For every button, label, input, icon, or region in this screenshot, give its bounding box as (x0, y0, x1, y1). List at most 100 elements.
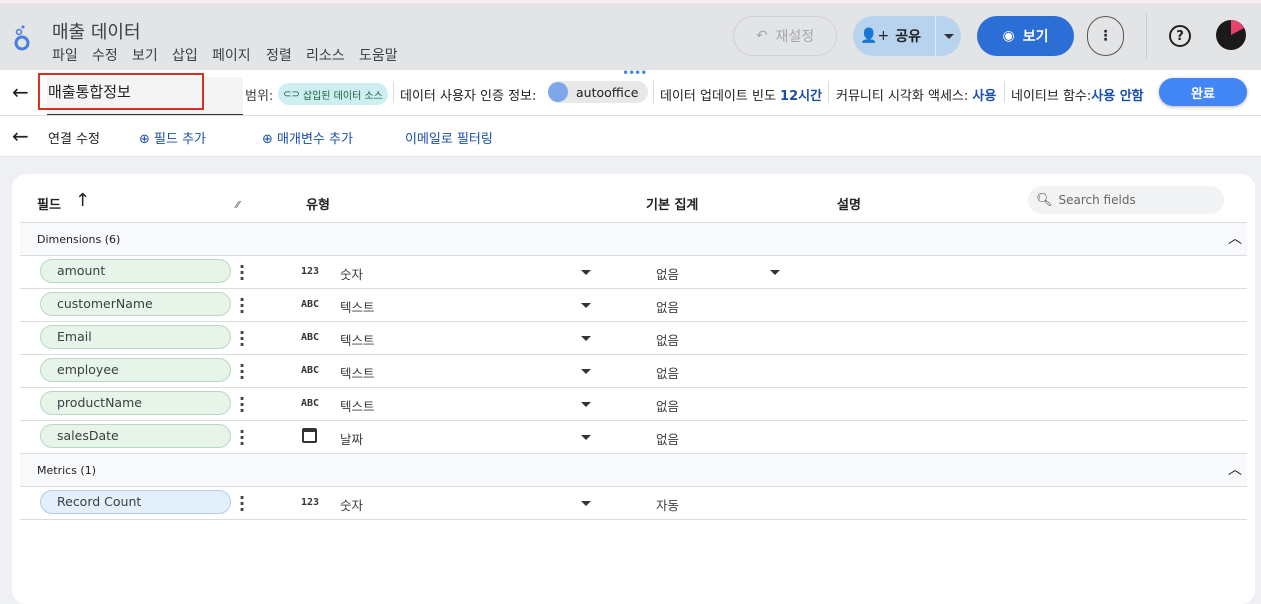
scope-badge[interactable]: ⊂⊃ 삽입된 데이터 소스 (278, 83, 388, 105)
field-type: 텍스트 (340, 366, 375, 381)
field-chip[interactable]: salesDate (40, 424, 231, 448)
field-chip[interactable]: customerName (40, 292, 231, 316)
type-dropdown-icon[interactable] (581, 336, 591, 341)
divider (1146, 14, 1147, 58)
view-button[interactable]: ◉ 보기 (977, 16, 1074, 56)
more-vert-icon[interactable]: · · · (239, 292, 245, 320)
more-vert-icon[interactable]: · · · (239, 391, 245, 419)
menu-edit[interactable]: 수정 (92, 45, 118, 65)
back-arrow-icon[interactable]: ← (12, 80, 29, 104)
divider (20, 321, 1247, 322)
credentials-label: 데이터 사용자 인증 정보: (400, 89, 537, 104)
field-chip[interactable]: Record Count (40, 490, 231, 514)
add-circle-icon: ⊕ (139, 132, 150, 147)
field-aggregation: 없음 (656, 267, 680, 282)
done-button[interactable]: 완료 (1159, 78, 1247, 106)
menu-page[interactable]: 페이지 (212, 45, 251, 65)
field-type: 숫자 (340, 498, 364, 513)
type-dropdown-icon[interactable] (581, 303, 591, 308)
more-vert-icon[interactable]: · · · (239, 259, 245, 287)
report-title[interactable]: 매출 데이터 (52, 18, 141, 44)
divider (653, 81, 654, 103)
sort-ascending-icon[interactable]: ↑ (75, 190, 90, 211)
divider (20, 486, 1247, 487)
divider (20, 519, 1247, 520)
field-aggregation: 없음 (656, 366, 680, 381)
number-type-icon: 123 (301, 497, 320, 508)
share-button[interactable]: 👤+ 공유 (853, 16, 961, 56)
menu-resources[interactable]: 리소스 (306, 45, 345, 65)
more-options-button[interactable]: ⋮ (1087, 16, 1124, 56)
search-icon: 🔍︎ (1036, 192, 1053, 208)
collapse-icon[interactable]: ︿ (1228, 459, 1242, 479)
field-aggregation: 없음 (656, 399, 680, 414)
edit-connection-button[interactable]: 연결 수정 (48, 128, 100, 147)
more-vert-icon[interactable]: · · · (239, 424, 245, 452)
more-vert-icon[interactable]: · · · (239, 325, 245, 353)
type-dropdown-icon[interactable] (581, 501, 591, 506)
divider (20, 354, 1247, 355)
collapse-icon[interactable]: ︿ (1228, 228, 1242, 248)
add-person-icon: 👤+ (860, 28, 890, 44)
type-column-header: 유형 (306, 198, 330, 213)
text-type-icon: ABC (301, 332, 320, 343)
share-dropdown-icon[interactable] (943, 33, 954, 39)
add-parameter-button[interactable]: ⊕ 매개변수 추가 (262, 128, 353, 147)
account-avatar[interactable] (1215, 19, 1247, 51)
user-avatar-icon (548, 82, 568, 102)
divider (20, 255, 1247, 256)
aggregation-column-header: 기본 집계 (646, 198, 699, 213)
filter-by-email-button[interactable]: 이메일로 필터링 (405, 128, 493, 147)
calendar-icon (302, 428, 317, 443)
credentials-chip[interactable]: autooffice (548, 81, 648, 103)
search-fields-input[interactable]: 🔍︎ Search fields (1028, 186, 1224, 214)
aggregation-dropdown-icon[interactable] (770, 270, 780, 275)
freshness-setting[interactable]: 데이터 업데이트 빈도 12시간 (660, 85, 822, 104)
menu-help[interactable]: 도움말 (359, 45, 398, 65)
field-chip[interactable]: Email (40, 325, 231, 349)
type-dropdown-icon[interactable] (581, 402, 591, 407)
divider (1004, 81, 1005, 103)
looker-studio-logo-icon (14, 25, 30, 51)
menu-insert[interactable]: 삽입 (172, 45, 198, 65)
resize-handle-icon[interactable]: ⁄⁄ (236, 200, 239, 211)
field-chip[interactable]: productName (40, 391, 231, 415)
field-chip[interactable]: amount (40, 259, 231, 283)
dimensions-label: Dimensions (6) (37, 233, 121, 246)
type-dropdown-icon[interactable] (581, 270, 591, 275)
field-aggregation: 자동 (656, 498, 680, 513)
native-functions-setting[interactable]: 네이티브 함수:사용 안함 (1011, 85, 1144, 104)
dimensions-section-header[interactable] (20, 223, 1247, 255)
add-field-button[interactable]: ⊕ 필드 추가 (139, 128, 206, 147)
field-column-header[interactable]: 필드 (37, 194, 61, 213)
undo-icon: ↶ (755, 28, 768, 44)
divider (20, 288, 1247, 289)
scope-label: 범위: (245, 89, 274, 104)
link-icon: ⊂⊃ (283, 88, 300, 100)
community-access-setting[interactable]: 커뮤니티 시각화 액세스: 사용 (836, 85, 996, 104)
divider (393, 81, 394, 103)
field-type: 숫자 (340, 267, 364, 282)
field-chip[interactable]: employee (40, 358, 231, 382)
back-arrow-icon[interactable]: ← (12, 124, 29, 148)
field-type: 텍스트 (340, 300, 375, 315)
field-aggregation: 없음 (656, 300, 680, 315)
type-dropdown-icon[interactable] (581, 369, 591, 374)
more-vert-icon[interactable]: · · · (239, 490, 245, 518)
type-dropdown-icon[interactable] (581, 435, 591, 440)
drag-handle-icon[interactable]: •••• (622, 66, 647, 80)
text-type-icon: ABC (301, 398, 320, 409)
datasource-name[interactable]: 매출통합정보 (38, 73, 204, 110)
help-icon[interactable]: ? (1169, 25, 1191, 47)
eye-icon: ◉ (1002, 28, 1015, 44)
more-vert-icon[interactable]: · · · (239, 358, 245, 386)
menu-arrange[interactable]: 정렬 (266, 45, 292, 65)
reset-button[interactable]: ↶ 재설정 (733, 16, 837, 56)
text-type-icon: ABC (301, 299, 320, 310)
field-type: 날짜 (340, 432, 364, 447)
menu-file[interactable]: 파일 (52, 45, 78, 65)
metrics-section-header[interactable] (20, 454, 1247, 486)
menu-view[interactable]: 보기 (132, 45, 158, 65)
add-circle-icon: ⊕ (262, 132, 273, 147)
field-aggregation: 없음 (656, 333, 680, 348)
